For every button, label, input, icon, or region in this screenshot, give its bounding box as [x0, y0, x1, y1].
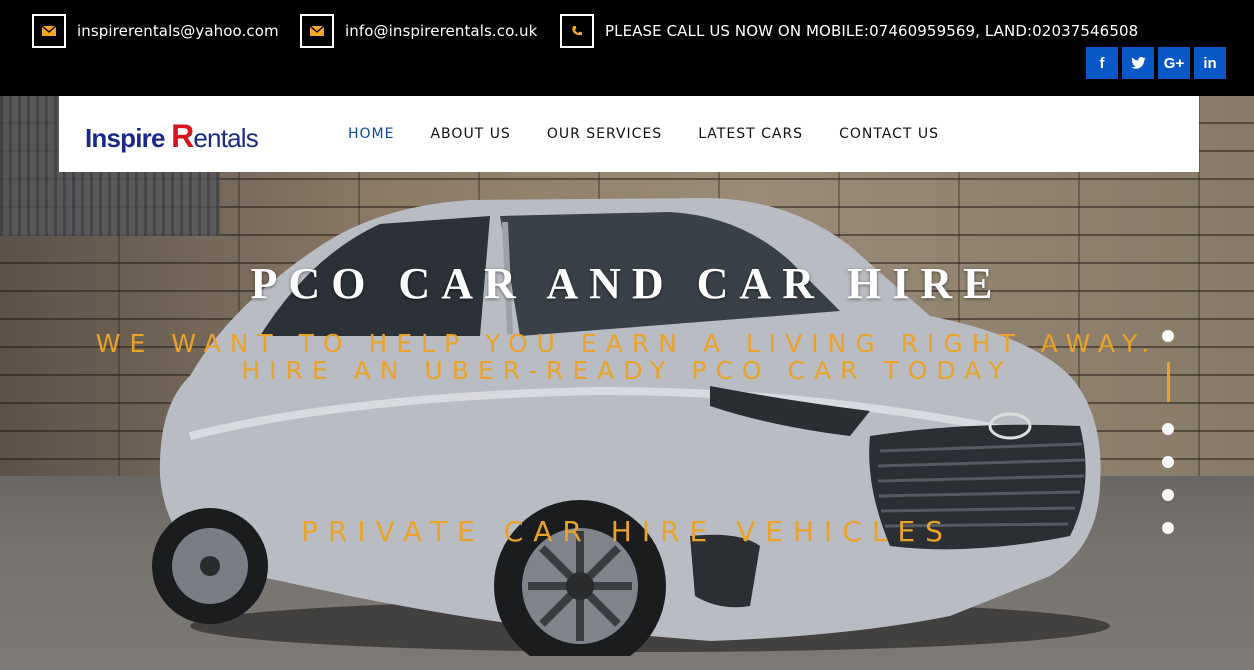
hero-title: PCO CAR AND CAR HIRE	[250, 259, 1004, 308]
phone-text: PLEASE CALL US NOW ON MOBILE:07460959569…	[605, 22, 1139, 40]
nav-item-about-us[interactable]: ABOUT US	[430, 126, 510, 142]
slide-dot-1[interactable]	[1162, 330, 1174, 342]
email-contact-info[interactable]: info@inspirerentals.co.uk	[300, 14, 537, 48]
slide-dot-2[interactable]	[1162, 423, 1174, 435]
hero-tagline: PRIVATE CAR HIRE VEHICLES	[301, 515, 953, 548]
main-navigation: Inspire Rentals HOME ABOUT US OUR SERVIC…	[59, 96, 1199, 172]
email-text[interactable]: info@inspirerentals.co.uk	[345, 22, 537, 40]
envelope-icon	[32, 14, 66, 48]
logo-text-r: R	[171, 118, 194, 154]
google-plus-icon[interactable]: G+	[1158, 47, 1190, 79]
inspire-rentals-logo[interactable]: Inspire Rentals	[85, 118, 259, 155]
nav-item-our-services[interactable]: OUR SERVICES	[547, 126, 662, 142]
slide-dot-4[interactable]	[1162, 489, 1174, 501]
nav-item-latest-cars[interactable]: LATEST CARS	[698, 126, 803, 142]
linkedin-icon[interactable]: in	[1194, 47, 1226, 79]
phone-icon	[560, 14, 594, 48]
top-bar: inspirerentals@yahoo.com info@inspireren…	[0, 0, 1254, 96]
slide-active-indicator	[1167, 362, 1170, 402]
nav-item-contact-us[interactable]: CONTACT US	[839, 126, 939, 142]
envelope-icon	[300, 14, 334, 48]
hero-subtitle: WE WANT TO HELP YOU EARN A LIVING RIGHT …	[95, 329, 1159, 385]
phone-contact[interactable]: PLEASE CALL US NOW ON MOBILE:07460959569…	[560, 14, 1138, 48]
nav-item-home[interactable]: HOME	[348, 126, 394, 142]
slide-dot-3[interactable]	[1162, 456, 1174, 468]
nav-menu: HOME ABOUT US OUR SERVICES LATEST CARS C…	[348, 96, 975, 172]
car-image	[152, 198, 1110, 656]
twitter-icon[interactable]	[1122, 47, 1154, 79]
social-links: f G+ in	[1082, 47, 1226, 79]
facebook-icon[interactable]: f	[1086, 47, 1118, 79]
email-contact-yahoo[interactable]: inspirerentals@yahoo.com	[32, 14, 279, 48]
logo-text-entals: entals	[193, 123, 258, 153]
logo-text-inspire: Inspire	[85, 123, 172, 153]
slide-dot-5[interactable]	[1162, 522, 1174, 534]
email-text[interactable]: inspirerentals@yahoo.com	[77, 22, 279, 40]
